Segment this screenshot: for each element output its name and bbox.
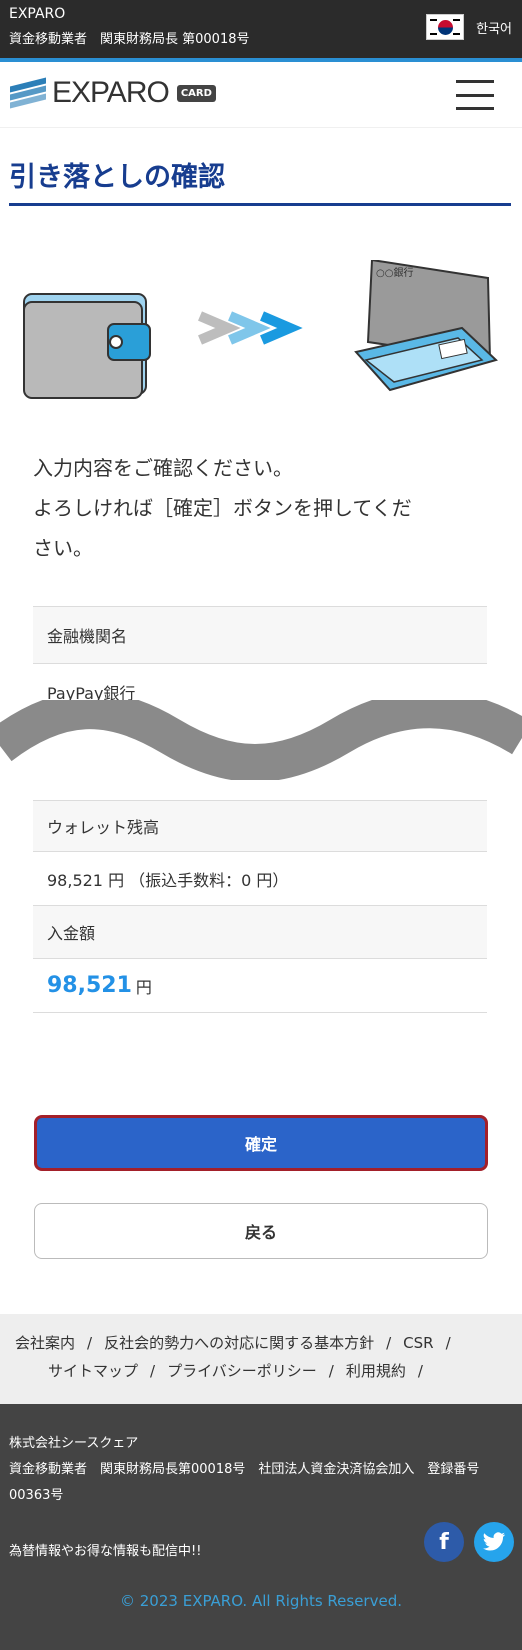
logo-card-badge: CARD (176, 84, 216, 102)
card-holder-icon: ○○銀行 (354, 260, 498, 392)
deposit-label-row: 入金額 (33, 905, 487, 959)
wave-divider (0, 700, 522, 780)
title-underline (9, 203, 511, 206)
exparo-logo[interactable]: EXPARO CARD (10, 76, 216, 110)
wallet-value-row: 98,521 円 （振込手数料：0 円） (33, 852, 487, 905)
wallet-label: ウォレット残高 (47, 818, 160, 837)
language-switch[interactable]: 한국어 (426, 14, 512, 40)
copyright: © 2023 EXPARO. All Rights Reserved. (120, 1592, 402, 1610)
bank-label-row: 金融機関名 (33, 606, 487, 664)
registration-info: 資金移動業者 関東財務局長第00018号 社団法人資金決済協会加入 登録番号00… (9, 1462, 480, 1503)
svg-text:○○銀行: ○○銀行 (376, 266, 413, 279)
top-bar: EXPARO 資金移動業者 関東財務局長 第00018号 한국어 (0, 0, 522, 58)
footer-link-csr[interactable]: CSR (403, 1334, 433, 1352)
site-header: EXPARO CARD (0, 62, 522, 128)
message-line: さい。 (33, 536, 93, 560)
footer-nav: 会社案内 / 反社会的勢力への対応に関する基本方針 / CSR / サイトマップ / プライバ… (0, 1314, 522, 1404)
message-line: 入力内容をご確認ください。 (33, 456, 293, 480)
bank-label: 金融機関名 (47, 627, 128, 646)
company-name: 株式会社シースクェア (9, 1436, 139, 1451)
wallet-icon (23, 293, 151, 399)
footer-link-antisocial-policy[interactable]: 反社会的勢力への対応に関する基本方針 (104, 1334, 374, 1352)
deposit-amount: 98,521 (47, 973, 132, 998)
confirm-button[interactable]: 確定 (34, 1115, 488, 1171)
language-label: 한국어 (476, 21, 512, 37)
top-license-text: 資金移動業者 関東財務局長 第00018号 (9, 32, 250, 47)
deposit-value-row: 98,521 円 (33, 959, 487, 1013)
hamburger-menu-icon[interactable] (456, 80, 494, 110)
page-title: 引き落としの確認 (9, 162, 225, 193)
logo-mark-icon (10, 77, 46, 109)
site-footer: 株式会社シースクェア 資金移動業者 関東財務局長第00018号 社団法人資金決済… (0, 1404, 522, 1650)
logo-text: EXPARO (52, 76, 170, 109)
footer-link-sitemap[interactable]: サイトマップ (48, 1362, 138, 1380)
footer-nav-line: 会社案内 / 反社会的勢力への対応に関する基本方針 / CSR / (15, 1334, 451, 1352)
footer-link-terms[interactable]: 利用規約 (346, 1362, 406, 1380)
arrows-icon (198, 311, 303, 345)
footer-link-company[interactable]: 会社案内 (15, 1334, 75, 1352)
deposit-unit: 円 (135, 977, 152, 997)
deposit-label: 入金額 (47, 924, 96, 943)
message-line: よろしければ［確定］ボタンを押してくだ (33, 496, 412, 520)
promo-text: 為替情報やお得な情報も配信中!! (9, 1544, 202, 1559)
back-button[interactable]: 戻る (34, 1203, 488, 1259)
wallet-to-card-illustration: ○○銀行 (23, 260, 498, 399)
footer-link-privacy[interactable]: プライバシーポリシー (167, 1362, 317, 1380)
korea-flag-icon (426, 14, 465, 40)
twitter-icon[interactable] (474, 1522, 514, 1562)
wallet-label-row: ウォレット残高 (33, 800, 487, 852)
facebook-icon[interactable]: f (424, 1522, 464, 1562)
top-brand: EXPARO (9, 6, 66, 22)
wallet-value: 98,521 円 （振込手数料：0 円） (47, 870, 289, 890)
confirmation-message: 入力内容をご確認ください。 よろしければ［確定］ボタンを押してくだ さい。 (33, 448, 473, 568)
footer-nav-line: サイトマップ / プライバシーポリシー / 利用規約 / (48, 1362, 423, 1380)
